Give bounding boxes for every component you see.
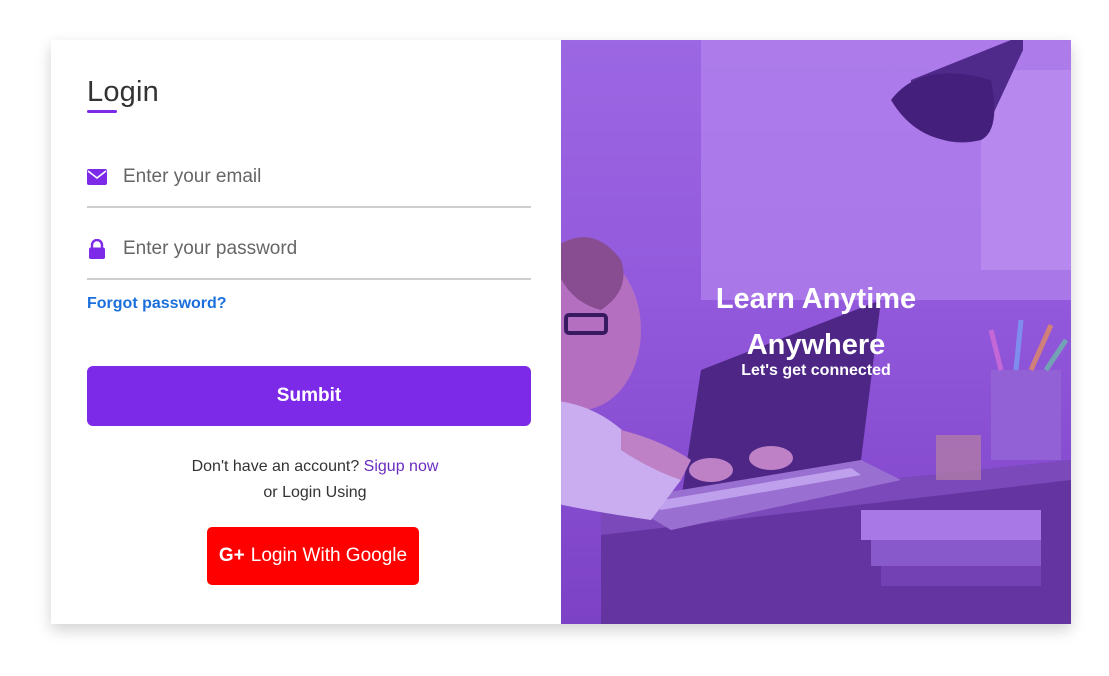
hero-subtitle: Let's get connected (741, 362, 891, 379)
google-login-label: Login With Google (250, 545, 408, 566)
hero-heading-line2: Anywhere (746, 329, 886, 361)
page-title-text: Login (87, 76, 159, 108)
hero-image-panel: Learn Anytime Anywhere Let's get connect… (561, 40, 1071, 624)
email-input[interactable] (123, 166, 503, 188)
hero-heading-line1: Learn Anytime (715, 283, 917, 315)
signup-prompt-text: Don't have an account? (191, 458, 360, 475)
signup-link[interactable]: Sigup now (364, 458, 439, 475)
or-login-using-label: or Login Using (263, 484, 367, 501)
page-title: Login (87, 76, 159, 113)
google-login-button[interactable]: G+ Login With Google (207, 527, 419, 585)
login-form-panel: Login Forgot password? Sumbit (51, 40, 561, 624)
email-field-row (87, 148, 531, 208)
signup-prompt: Don't have an account? Sigup now (87, 458, 543, 476)
login-card: Login Forgot password? Sumbit (51, 40, 1071, 624)
submit-button[interactable]: Sumbit (87, 366, 531, 426)
lock-icon (87, 239, 107, 259)
hero-heading: Learn Anytime Anywhere (561, 276, 1071, 368)
hero-text: Learn Anytime Anywhere Let's get connect… (561, 276, 1071, 380)
title-underline (87, 110, 117, 113)
google-plus-icon: G+ (218, 545, 245, 566)
envelope-icon (87, 167, 107, 187)
forgot-password-link[interactable]: Forgot password? (87, 295, 227, 313)
password-field-row (87, 220, 531, 280)
password-input[interactable] (123, 238, 503, 260)
